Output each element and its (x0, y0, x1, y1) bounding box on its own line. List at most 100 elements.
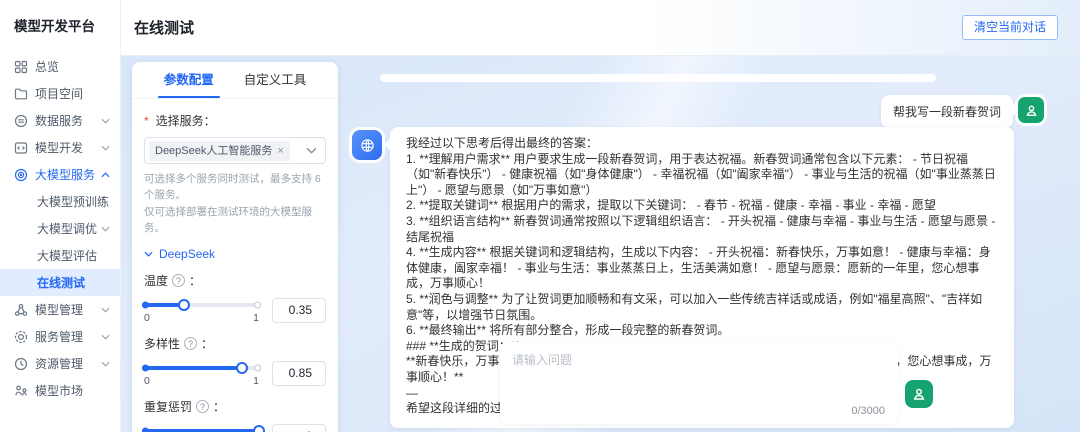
assistant-avatar (352, 130, 382, 160)
sidebar-item-resource-mgmt[interactable]: 资源管理 (0, 350, 120, 377)
resource-icon (14, 357, 28, 371)
sidebar-item-label: 模型开发 (35, 139, 101, 156)
sidebar-item-label: 项目空间 (35, 85, 110, 102)
repetition-penalty-row: 0 1 1 (144, 424, 326, 432)
sidebar-item-model-market[interactable]: 模型市场 (0, 377, 120, 404)
target-icon (14, 168, 28, 182)
sidebar-item-model-dev[interactable]: 模型开发 (0, 134, 120, 161)
tab-custom-tools[interactable]: 自定义工具 (244, 62, 307, 98)
slider-fill (144, 366, 242, 370)
sidebar-item-label: 资源管理 (35, 355, 101, 372)
person-icon (911, 386, 927, 402)
sidebar-item-label: 数据服务 (35, 112, 101, 129)
sidebar-nav: 总览 项目空间 数据服务 模型开发 (0, 53, 120, 404)
slider-track[interactable] (144, 366, 259, 370)
panel-body: * 选择服务： DeepSeek人工智能服务 × 可选择多个服务同时测试，最多支… (132, 99, 338, 432)
sidebar-item-label: 大模型预训练 (37, 193, 110, 210)
chevron-up-icon (101, 172, 110, 178)
slider-max: 1 (253, 312, 259, 324)
slider-min: 0 (144, 375, 150, 387)
slider-max: 1 (253, 375, 259, 387)
deepseek-collapse-header[interactable]: DeepSeek (144, 247, 326, 261)
chevron-down-icon (306, 147, 317, 154)
user-avatar (1018, 97, 1044, 123)
gear-icon (14, 330, 28, 344)
chevron-down-icon (101, 145, 110, 151)
sidebar-item-llm-eval[interactable]: 大模型评估 (0, 242, 120, 269)
remove-tag-icon[interactable]: × (277, 141, 283, 161)
slider-end-dot (254, 365, 261, 372)
sidebar-item-model-mgmt[interactable]: 模型管理 (0, 296, 120, 323)
slider-track[interactable] (144, 303, 259, 307)
chevron-down-icon (101, 361, 110, 367)
sidebar-item-label: 服务管理 (35, 328, 101, 345)
slider-start-dot (142, 302, 149, 309)
slider-thumb[interactable] (178, 299, 190, 311)
sidebar-item-label: 模型管理 (35, 301, 101, 318)
service-help-text: 可选择多个服务同时测试，最多支持 6 个服务。 仅可选择部署在测试环境的大模型服… (144, 171, 326, 236)
repetition-penalty-input[interactable]: 1 (272, 424, 326, 432)
temperature-row: 0 1 0.35 (144, 298, 326, 324)
nodes-icon (14, 303, 28, 317)
send-user-avatar[interactable] (905, 380, 933, 408)
folder-icon (14, 87, 28, 101)
help-icon[interactable]: ? (184, 337, 197, 350)
chat-input-box: 0/3000 (500, 342, 898, 424)
sidebar-item-llm-pretrain[interactable]: 大模型预训练 (0, 188, 120, 215)
user-message-text: 帮我写一段新春贺词 (893, 105, 1001, 119)
sidebar-item-project-space[interactable]: 项目空间 (0, 80, 120, 107)
sidebar-item-overview[interactable]: 总览 (0, 53, 120, 80)
database-icon (14, 114, 28, 128)
chevron-down-icon (101, 307, 110, 313)
required-mark: * (144, 114, 149, 128)
page-header: 在线测试 清空当前对话 (121, 0, 1080, 56)
chat-input[interactable] (500, 342, 898, 398)
help-icon[interactable]: ? (196, 400, 209, 413)
sidebar-item-label: 在线测试 (37, 274, 110, 291)
diversity-label: 多样性 ? ： (144, 335, 326, 352)
code-icon (14, 141, 28, 155)
sidebar-item-llm-services[interactable]: 大模型服务 (0, 161, 120, 188)
char-counter: 0/3000 (851, 405, 885, 417)
service-select[interactable]: DeepSeek人工智能服务 × (144, 137, 326, 164)
repetition-penalty-slider[interactable]: 0 1 (144, 424, 259, 432)
diversity-slider[interactable]: 0 1 (144, 361, 259, 387)
app-title: 模型开发平台 (0, 0, 120, 45)
temperature-label: 温度 ? ： (144, 272, 326, 289)
previous-message-partial (380, 74, 936, 82)
grid-icon (14, 60, 28, 74)
tab-parameter-config[interactable]: 参数配置 (164, 62, 214, 98)
content-area: 参数配置 自定义工具 * 选择服务： DeepSeek人工智能服务 × 可选择多… (121, 56, 1080, 432)
panel-tabs: 参数配置 自定义工具 (132, 62, 338, 99)
user-message-bubble: 帮我写一段新春贺词 (881, 95, 1013, 128)
slider-end-dot (254, 302, 261, 309)
clear-conversation-button[interactable]: 清空当前对话 (962, 15, 1058, 40)
market-icon (14, 384, 28, 398)
chevron-down-icon (101, 334, 110, 340)
sidebar-item-label: 总览 (35, 58, 110, 75)
sidebar-item-label: 大模型调优 (37, 220, 101, 237)
parameter-panel: 参数配置 自定义工具 * 选择服务： DeepSeek人工智能服务 × 可选择多… (132, 62, 338, 432)
sidebar-item-label: 大模型评估 (37, 247, 110, 264)
slider-min: 0 (144, 312, 150, 324)
help-icon[interactable]: ? (172, 274, 185, 287)
sidebar: 模型开发平台 总览 项目空间 数据服务 (0, 0, 121, 432)
slider-start-dot (142, 365, 149, 372)
repetition-penalty-label: 重复惩罚 ? ： (144, 398, 326, 415)
person-icon (1024, 103, 1039, 118)
sidebar-item-data-services[interactable]: 数据服务 (0, 107, 120, 134)
sidebar-item-llm-tuning[interactable]: 大模型调优 (0, 215, 120, 242)
diversity-row: 0 1 0.85 (144, 361, 326, 387)
chevron-down-icon (101, 118, 110, 124)
slider-start-dot (142, 428, 149, 432)
temperature-slider[interactable]: 0 1 (144, 298, 259, 324)
diversity-input[interactable]: 0.85 (272, 361, 326, 386)
slider-thumb[interactable] (253, 425, 265, 432)
chevron-down-icon (144, 251, 153, 257)
temperature-input[interactable]: 0.35 (272, 298, 326, 323)
sidebar-item-online-test[interactable]: 在线测试 (0, 269, 120, 296)
sidebar-item-label: 大模型服务 (35, 166, 101, 183)
sidebar-item-label: 模型市场 (35, 382, 110, 399)
slider-thumb[interactable] (236, 362, 248, 374)
sidebar-item-service-mgmt[interactable]: 服务管理 (0, 323, 120, 350)
